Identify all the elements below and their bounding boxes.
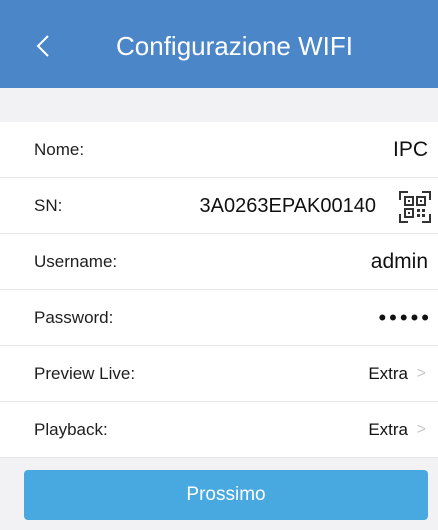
password-value[interactable]: ••••• — [378, 290, 432, 346]
top-spacer — [0, 88, 438, 122]
header-bar: Configurazione WIFI — [0, 0, 438, 88]
preview-live-label: Preview Live: — [34, 364, 136, 383]
config-form: Nome: IPC SN: 3A0263EPAK00140 Username: … — [0, 122, 438, 458]
sn-value: 3A0263EPAK00140 — [199, 195, 376, 217]
sn-label: SN: — [34, 196, 63, 215]
page-title: Configurazione WIFI — [116, 31, 353, 61]
password-row[interactable]: Password: ••••• — [0, 290, 438, 346]
back-chevron-icon[interactable] — [26, 26, 60, 66]
preview-live-value: Extra — [368, 364, 408, 383]
playback-label: Playback: — [34, 420, 108, 439]
name-label: Nome: — [34, 140, 85, 159]
sn-row: SN: 3A0263EPAK00140 — [0, 178, 438, 234]
playback-value: Extra — [368, 420, 408, 439]
username-label: Username: — [34, 252, 118, 271]
name-row[interactable]: Nome: IPC — [0, 122, 438, 178]
playback-row[interactable]: Playback: Extra > — [0, 402, 438, 458]
username-row[interactable]: Username: admin — [0, 234, 438, 290]
username-value[interactable]: admin — [371, 234, 428, 290]
chevron-right-icon: > — [416, 421, 426, 438]
password-label: Password: — [34, 308, 114, 327]
name-value[interactable]: IPC — [393, 122, 428, 178]
next-button[interactable]: Prossimo — [24, 470, 428, 520]
chevron-right-icon: > — [416, 365, 426, 382]
preview-live-row[interactable]: Preview Live: Extra > — [0, 346, 438, 402]
qr-code-icon[interactable] — [398, 190, 432, 224]
